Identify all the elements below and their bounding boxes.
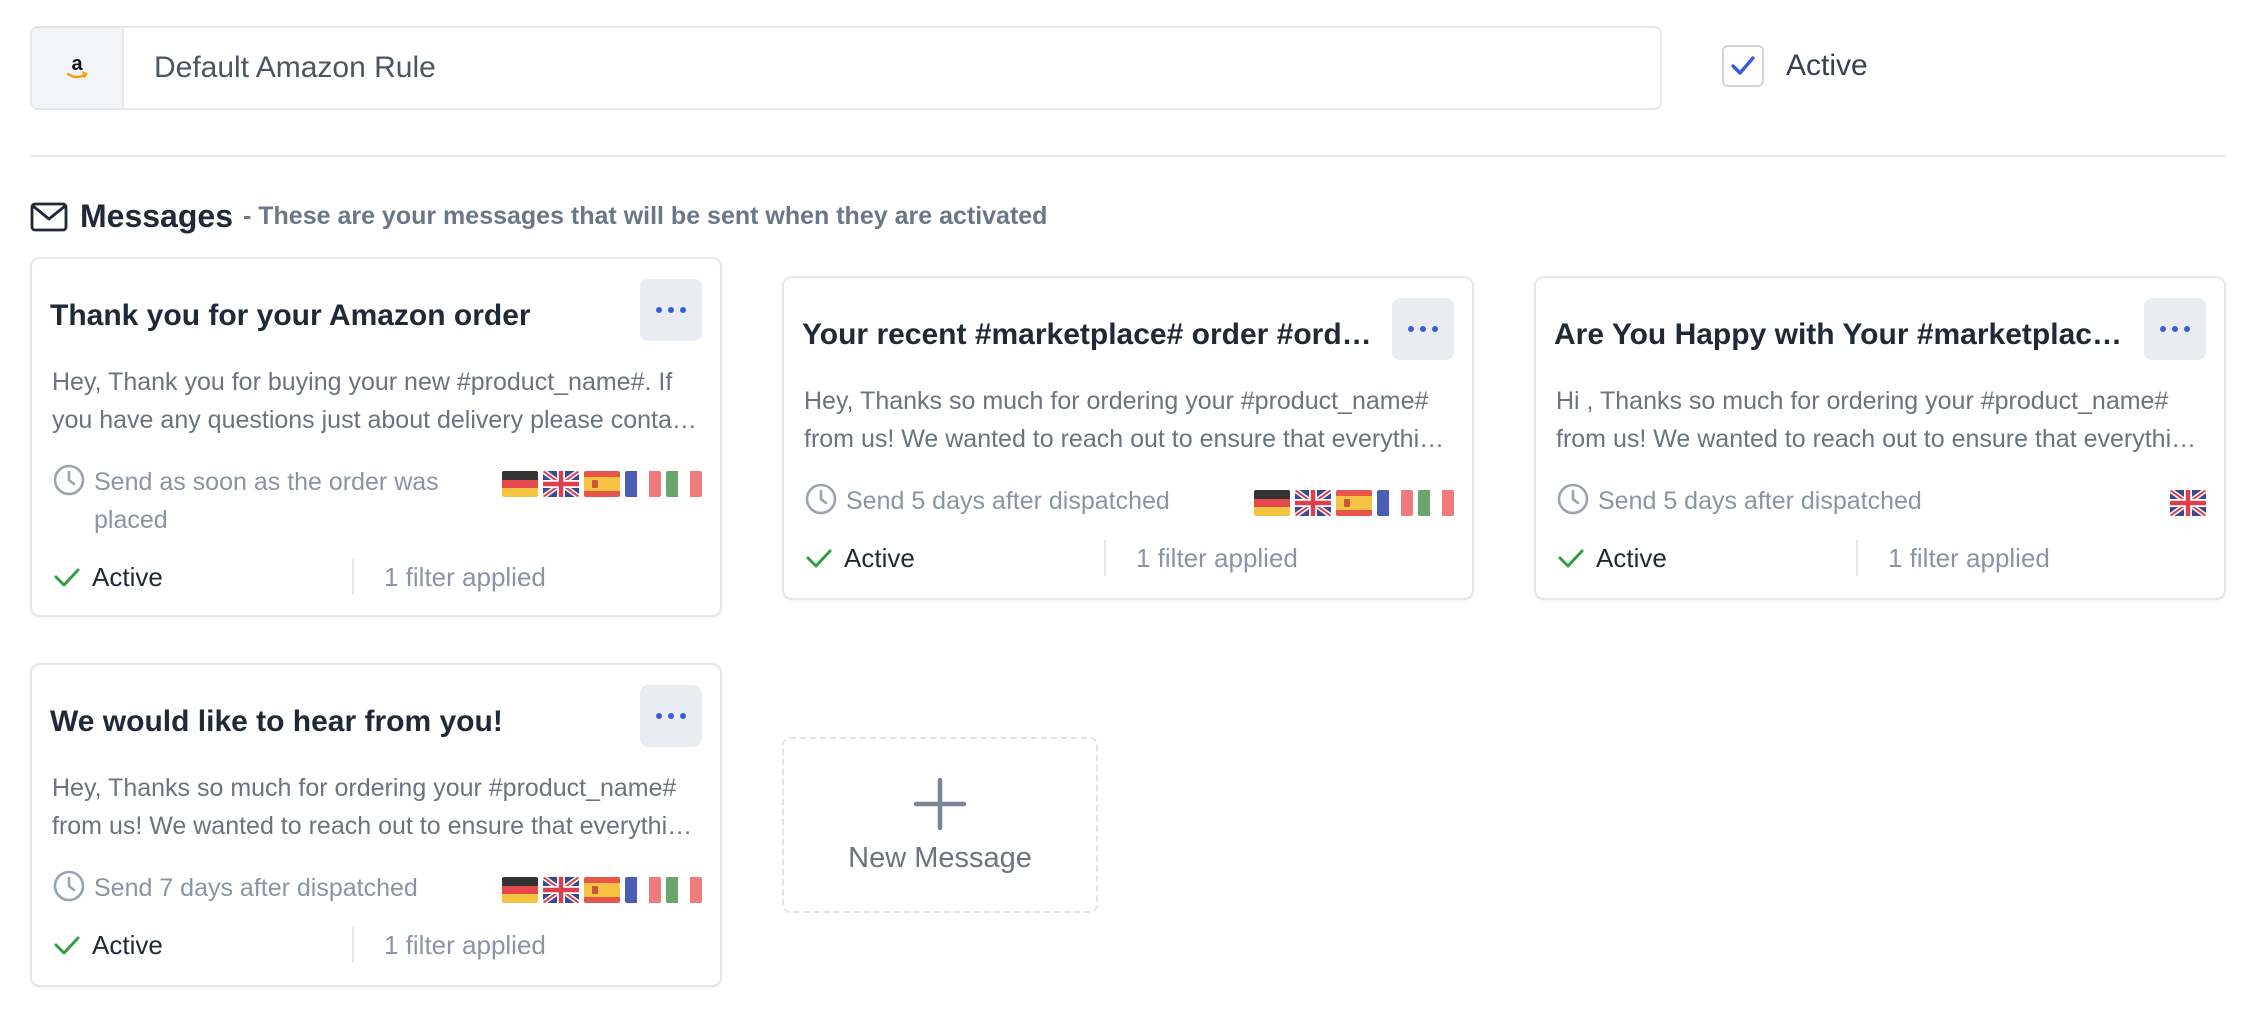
- flag-de-icon: [502, 471, 538, 497]
- message-card[interactable]: Are You Happy with Your #marketplace# or…: [1534, 276, 2226, 600]
- amazon-logo-icon: a: [32, 28, 124, 108]
- check-icon: [1558, 549, 1584, 568]
- check-icon: [1731, 56, 1755, 75]
- card-schedule: Send 5 days after dispatched: [1556, 482, 1978, 520]
- more-options-button[interactable]: [2144, 298, 2206, 360]
- rule-active-toggle[interactable]: Active: [1722, 45, 1868, 87]
- card-body: Hey, Thanks so much for ordering your #p…: [804, 387, 1447, 453]
- card-title: Thank you for your Amazon order: [50, 299, 531, 332]
- new-message-button[interactable]: New Message: [782, 737, 1098, 913]
- filter-count[interactable]: 1 filter applied: [1888, 543, 2050, 574]
- check-icon: [806, 549, 832, 568]
- status-text: Active: [844, 542, 915, 573]
- clock-icon: [53, 464, 85, 496]
- rule-name-input[interactable]: [124, 28, 1660, 108]
- rule-active-checkbox[interactable]: [1722, 45, 1764, 87]
- flag-es-icon: [584, 471, 620, 497]
- more-options-button[interactable]: [640, 279, 702, 341]
- status-badge: Active: [52, 930, 352, 961]
- filter-count[interactable]: 1 filter applied: [1136, 543, 1298, 574]
- card-footer: Active 1 filter applied: [52, 927, 702, 963]
- rule-name-row: a: [30, 26, 1662, 110]
- footer-divider: [352, 927, 354, 963]
- status-badge: Active: [1556, 543, 1856, 574]
- flag-fr-icon: [1377, 490, 1413, 516]
- message-card[interactable]: Thank you for your Amazon order Hey, Tha…: [30, 257, 722, 617]
- rule-active-label: Active: [1786, 49, 1868, 82]
- schedule-text: Send 7 days after dispatched: [94, 874, 418, 902]
- message-card[interactable]: We would like to hear from you! Hey, Tha…: [30, 663, 722, 987]
- section-subtitle: - These are your messages that will be s…: [242, 202, 1048, 230]
- more-options-button[interactable]: [640, 685, 702, 747]
- check-icon: [54, 568, 80, 587]
- card-footer: Active 1 filter applied: [1556, 540, 2206, 576]
- language-flags: [497, 471, 702, 497]
- card-footer: Active 1 filter applied: [52, 559, 702, 595]
- svg-text:a: a: [71, 53, 83, 75]
- flag-it-icon: [666, 471, 702, 497]
- language-flags: [497, 877, 702, 903]
- status-text: Active: [92, 561, 163, 592]
- clock-icon: [53, 870, 85, 902]
- card-schedule: Send 5 days after dispatched: [804, 482, 1226, 520]
- divider: [30, 155, 2226, 157]
- footer-divider: [352, 559, 354, 595]
- schedule-text: Send 5 days after dispatched: [846, 487, 1170, 515]
- section-title: Messages: [80, 198, 233, 234]
- flag-gb-icon: [543, 471, 579, 497]
- card-body: Hey, Thanks so much for ordering your #p…: [52, 774, 695, 840]
- language-flags: [1249, 490, 1454, 516]
- flag-es-icon: [1336, 490, 1372, 516]
- card-body: Hi , Thanks so much for ordering your #p…: [1556, 387, 2199, 453]
- clock-icon: [1557, 483, 1589, 515]
- status-text: Active: [1596, 542, 1667, 573]
- card-schedule: Send as soon as the order was placed: [52, 463, 474, 539]
- filter-count[interactable]: 1 filter applied: [384, 562, 546, 593]
- card-footer: Active 1 filter applied: [804, 540, 1454, 576]
- flag-es-icon: [584, 877, 620, 903]
- flag-fr-icon: [625, 877, 661, 903]
- filter-count[interactable]: 1 filter applied: [384, 930, 546, 961]
- message-card[interactable]: Your recent #marketplace# order #order_i…: [782, 276, 1474, 600]
- status-badge: Active: [804, 543, 1104, 574]
- flag-it-icon: [666, 877, 702, 903]
- check-icon: [54, 936, 80, 955]
- schedule-text: Send as soon as the order was placed: [94, 468, 439, 534]
- plus-icon: [913, 777, 967, 830]
- card-title: Your recent #marketplace# order #order_i…: [802, 318, 1382, 351]
- flag-fr-icon: [625, 471, 661, 497]
- envelope-icon: [30, 202, 68, 231]
- card-schedule: Send 7 days after dispatched: [52, 869, 474, 907]
- footer-divider: [1856, 540, 1858, 576]
- schedule-text: Send 5 days after dispatched: [1598, 487, 1922, 515]
- messages-heading: Messages - These are your messages that …: [30, 198, 1047, 235]
- flag-gb-icon: [543, 877, 579, 903]
- flag-gb-icon: [2170, 490, 2206, 516]
- flag-de-icon: [502, 877, 538, 903]
- flag-gb-icon: [1295, 490, 1331, 516]
- clock-icon: [805, 483, 837, 515]
- more-options-button[interactable]: [1392, 298, 1454, 360]
- card-body: Hey, Thank you for buying your new #prod…: [52, 368, 692, 434]
- card-title: Are You Happy with Your #marketplace# or…: [1554, 318, 2134, 351]
- footer-divider: [1104, 540, 1106, 576]
- status-badge: Active: [52, 562, 352, 593]
- language-flags: [2165, 490, 2206, 516]
- new-message-label: New Message: [848, 841, 1032, 874]
- card-title: We would like to hear from you!: [50, 705, 503, 738]
- status-text: Active: [92, 929, 163, 960]
- flag-de-icon: [1254, 490, 1290, 516]
- flag-it-icon: [1418, 490, 1454, 516]
